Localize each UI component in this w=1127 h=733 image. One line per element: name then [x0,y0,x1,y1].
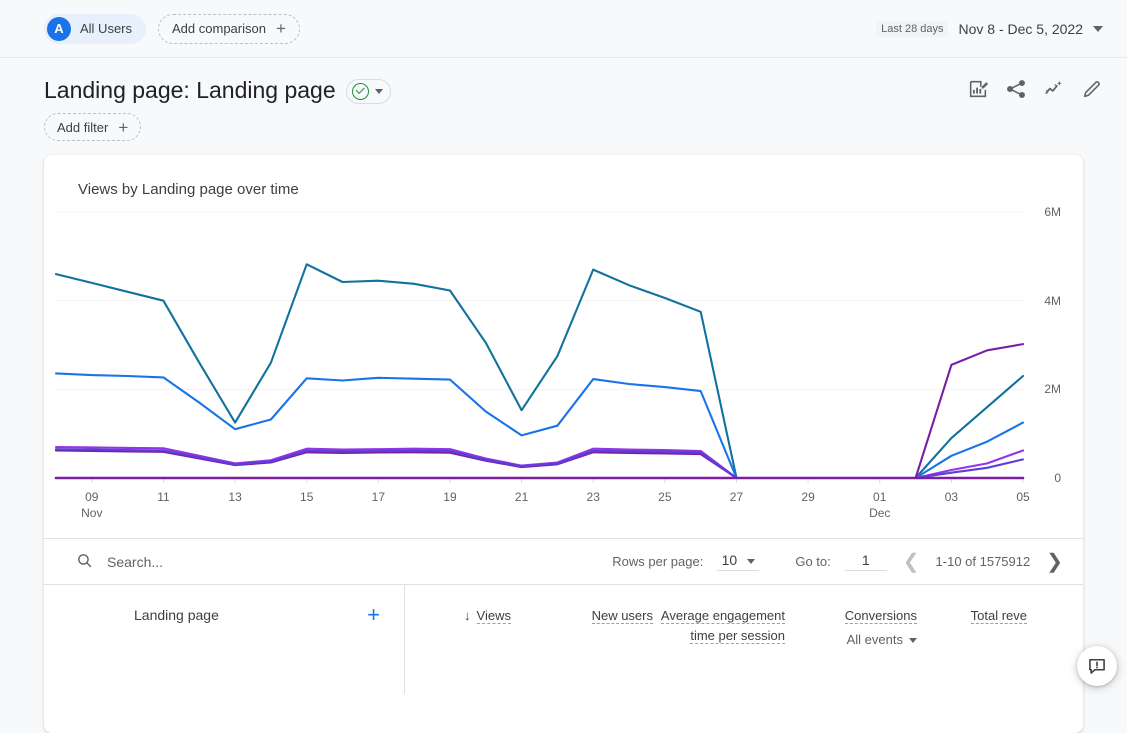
y-axis-tick-label: 6M [1044,205,1061,219]
pagination: Rows per page: 10 Go to: 1 ❮ 1-10 of 157… [612,549,1065,574]
metric-column-header[interactable]: ↓ Views [405,606,517,694]
chart-series [56,264,1023,478]
x-axis-tick-label: 19 [443,490,457,504]
table-header: Landing page + ↓ Views New users Average en… [44,584,1083,694]
chart-gridlines [56,212,1023,478]
chart-canvas: 09 Nov 11 13 15 17 19 21 23 25 27 29 01 Dec 03 05 [44,198,1083,538]
search-input[interactable] [105,553,365,571]
add-filter-label: Add filter [57,120,108,135]
metric-header-label[interactable]: Total reve [971,608,1027,624]
y-axis-tick-label: 4M [1044,294,1061,308]
report-card: Views by Landing page over time 09Nov111… [44,155,1083,733]
metric-column-headers: ↓ Views New users Average engagement time p… [405,585,1083,694]
edit-chart-icon[interactable] [967,78,989,105]
add-comparison-label: Add comparison [172,21,266,36]
pencil-icon[interactable] [1081,78,1103,105]
metric-column-header[interactable]: Average engagement time per session [659,606,791,694]
all-users-chip[interactable]: A All Users [44,14,146,44]
filter-row: Add filter + [0,105,1127,141]
x-axis-tick-label: 09 [85,490,99,504]
x-axis-tick-label: 29 [801,490,815,504]
dimension-column-header: Landing page + [44,585,405,694]
add-dimension-button[interactable]: + [367,604,380,626]
feedback-icon [1087,656,1107,676]
search-icon [76,552,93,572]
dimension-header-label: Landing page [134,607,219,623]
rows-per-page-select[interactable]: 10 [717,552,759,571]
feedback-button[interactable] [1077,646,1117,686]
x-axis-tick-label: 27 [730,490,744,504]
page-title: Landing page: Landing page [44,76,336,104]
go-to-label: Go to: [795,554,830,569]
x-axis-tick-label: Dec [869,506,890,520]
chart-x-axis: 09 Nov 11 13 15 17 19 21 23 25 27 29 01 Dec 03 05 [81,478,1030,520]
metric-header-label[interactable]: Average engagement time per session [661,608,785,644]
x-axis-tick-label: 21 [515,490,529,504]
chart-title: Views by Landing page over time [44,155,1083,198]
next-page-button[interactable]: ❯ [1044,549,1065,574]
metric-header-label[interactable]: Views [477,608,511,624]
x-axis-tick-label: 25 [658,490,672,504]
insights-icon[interactable] [1043,78,1065,105]
go-to-input[interactable]: 1 [845,552,887,571]
comparison-bar: A All Users Add comparison + Last 28 day… [0,0,1127,58]
chevron-down-icon [909,638,917,643]
x-axis-tick-label: 03 [945,490,959,504]
date-range-selector[interactable]: Last 28 days Nov 8 - Dec 5, 2022 [876,21,1103,37]
chart-line-series-1-teal [56,264,1023,478]
metric-header-label[interactable]: Conversions [845,608,917,624]
share-icon[interactable] [1005,78,1027,105]
x-axis-tick-label: 01 [873,490,887,504]
x-axis-tick-label: Nov [81,506,102,520]
sort-descending-icon: ↓ [464,608,471,623]
y-axis-tick-label: 0 [1054,471,1061,485]
chevron-down-icon [375,89,383,94]
x-axis-tick-label: 11 [157,490,170,504]
metric-column-header[interactable]: Conversions All events [791,606,923,694]
metric-scope-select[interactable]: All events [791,630,917,650]
rows-per-page-value: 10 [722,552,738,568]
search-box[interactable] [76,552,365,572]
status-badge[interactable] [346,79,391,104]
date-preset-badge: Last 28 days [876,21,948,37]
pagination-range: 1-10 of 1575912 [936,554,1031,569]
plus-icon: + [118,119,128,136]
metric-column-header[interactable]: Total reve [923,606,1033,694]
date-range-label: Nov 8 - Dec 5, 2022 [958,21,1083,37]
chevron-down-icon [1093,26,1103,32]
plus-icon: + [276,20,286,37]
check-circle-icon [352,83,369,100]
header-actions [967,76,1103,105]
metric-column-header[interactable]: New users [517,606,659,694]
line-chart[interactable]: 09 Nov 11 13 15 17 19 21 23 25 27 29 01 Dec 03 05 0 2M 4M… [44,198,1083,538]
x-axis-tick-label: 23 [587,490,601,504]
x-axis-tick-label: 15 [300,490,314,504]
x-axis-tick-label: 17 [372,490,386,504]
metric-header-label[interactable]: New users [592,608,653,624]
add-comparison-button[interactable]: Add comparison + [158,14,300,44]
previous-page-button[interactable]: ❮ [901,549,922,574]
avatar: A [47,17,71,41]
y-axis-tick-label: 2M [1044,382,1061,396]
rows-per-page-label: Rows per page: [612,554,703,569]
add-filter-button[interactable]: Add filter + [44,113,141,141]
x-axis-tick-label: 13 [228,490,242,504]
page-header: Landing page: Landing page [0,58,1127,105]
chart-line-series-3-violet [56,447,1023,478]
chevron-down-icon [747,559,755,564]
all-users-label: All Users [80,21,132,36]
table-controls: Rows per page: 10 Go to: 1 ❮ 1-10 of 157… [44,538,1083,584]
x-axis-tick-label: 05 [1016,490,1030,504]
